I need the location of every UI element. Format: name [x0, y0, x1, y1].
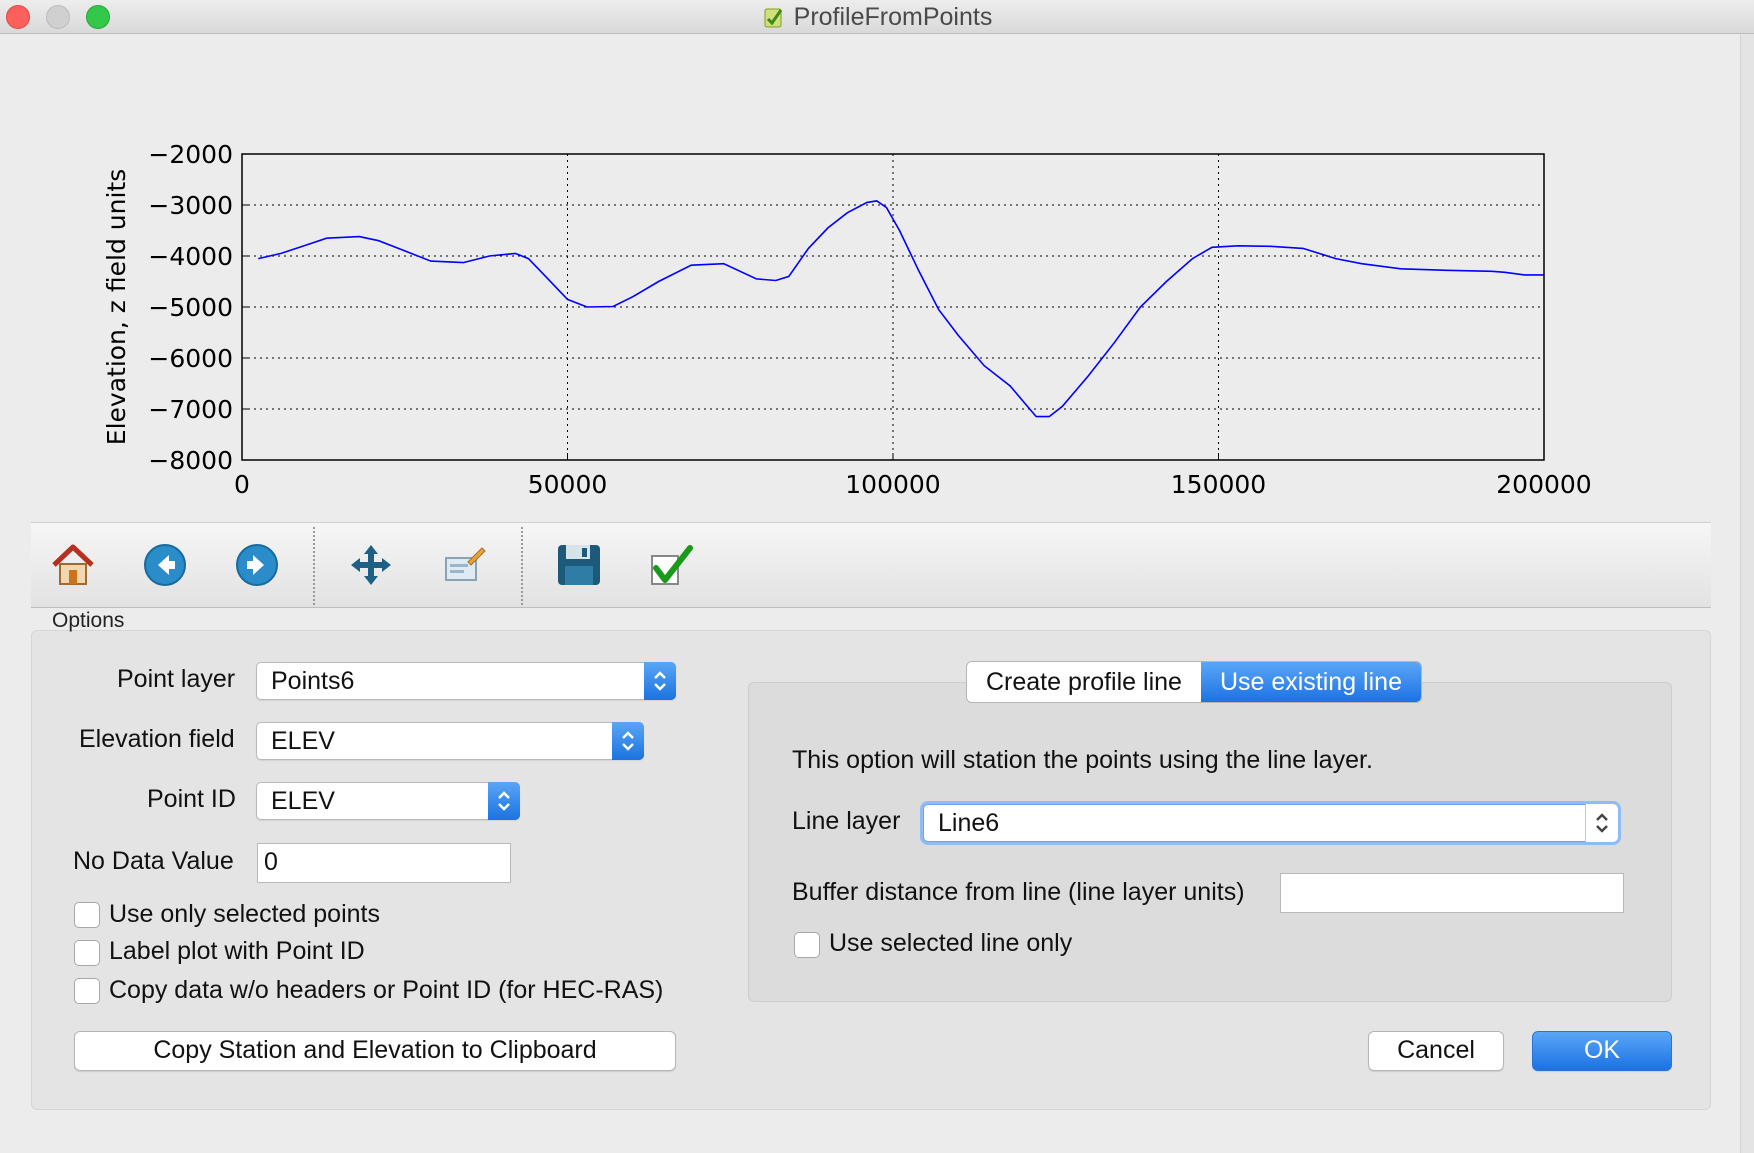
elevation-field-value: ELEV	[271, 727, 335, 755]
floppy-disk-icon	[558, 545, 600, 585]
point-layer-value: Points6	[271, 667, 355, 695]
edit-axis-icon	[445, 547, 486, 581]
x-tick-label: 50000	[528, 470, 608, 499]
home-icon	[52, 544, 94, 585]
x-tick-label: 150000	[1171, 470, 1266, 499]
updown-chevron-icon	[644, 662, 676, 700]
point-id-label: Point ID	[147, 785, 236, 813]
pan-button[interactable]	[345, 539, 397, 591]
checkmark-icon	[651, 545, 693, 585]
line-layer-value: Line6	[938, 809, 1000, 837]
window-edge	[1740, 34, 1754, 1153]
chart-grid	[242, 154, 1544, 460]
elevation-field-select[interactable]: ELEV	[256, 722, 644, 760]
y-axis-ticks: −2000 −3000 −4000 −5000 −6000 −7000 −8000	[148, 140, 249, 475]
y-tick-label: −6000	[148, 344, 233, 373]
line-option-description: This option will station the points usin…	[792, 746, 1373, 774]
back-button[interactable]	[139, 539, 191, 591]
y-axis-label: Elevation, z field units	[102, 169, 131, 445]
updown-chevron-icon	[488, 782, 520, 820]
y-tick-label: −5000	[148, 293, 233, 322]
y-tick-label: −4000	[148, 242, 233, 271]
copy-data-no-headers-checkbox[interactable]	[74, 978, 100, 1004]
x-tick-label: 200000	[1496, 470, 1591, 499]
x-tick-label: 0	[234, 470, 250, 499]
y-tick-label: −2000	[148, 140, 233, 169]
x-tick-label: 100000	[845, 470, 940, 499]
label-plot-with-point-id-label: Label plot with Point ID	[109, 937, 365, 965]
label-plot-with-point-id-checkbox[interactable]	[74, 940, 100, 966]
tab-use-existing-line[interactable]: Use existing line	[1200, 662, 1421, 702]
apply-button[interactable]	[645, 539, 697, 591]
arrow-right-icon	[236, 544, 278, 586]
elevation-profile-chart: 0 50000 100000 150000 200000 −2000 −3000 −4000…	[102, 140, 1592, 499]
y-tick-label: −3000	[148, 191, 233, 220]
configure-subplots-button[interactable]	[437, 539, 489, 591]
move-icon	[351, 545, 391, 585]
no-data-value-label: No Data Value	[73, 847, 234, 875]
use-only-selected-points-label: Use only selected points	[109, 900, 380, 928]
use-selected-line-only-checkbox[interactable]	[794, 932, 820, 958]
series-line	[258, 200, 1544, 418]
y-tick-label: −7000	[148, 395, 233, 424]
line-layer-label: Line layer	[792, 807, 901, 835]
toolbar-separator	[521, 527, 523, 605]
use-only-selected-points-checkbox[interactable]	[74, 902, 100, 928]
line-mode-tabs: Create profile line Use existing line	[966, 661, 1422, 703]
plot-toolbar	[31, 522, 1711, 608]
point-layer-select[interactable]: Points6	[256, 662, 676, 700]
no-data-value-input[interactable]: 0	[257, 843, 511, 883]
point-id-select[interactable]: ELEV	[256, 782, 520, 820]
copy-station-elevation-button[interactable]: Copy Station and Elevation to Clipboard	[74, 1031, 676, 1071]
point-layer-label: Point layer	[117, 665, 236, 693]
qgis-plugin-icon	[764, 8, 782, 28]
buffer-distance-label: Buffer distance from line (line layer un…	[792, 878, 1245, 906]
use-selected-line-only-label: Use selected line only	[829, 929, 1073, 957]
tab-create-profile-line[interactable]: Create profile line	[967, 662, 1201, 702]
updown-chevron-icon	[1585, 804, 1618, 842]
elevation-field-label: Elevation field	[79, 725, 235, 753]
title-bar: ProfileFromPoints	[0, 0, 1754, 34]
arrow-left-icon	[144, 544, 186, 586]
plot-frame	[241, 153, 1545, 461]
forward-button[interactable]	[231, 539, 283, 591]
line-layer-select[interactable]: Line6	[923, 804, 1618, 842]
copy-data-no-headers-label: Copy data w/o headers or Point ID (for H…	[109, 976, 664, 1004]
options-group-label: Options	[52, 609, 125, 632]
cancel-button[interactable]: Cancel	[1368, 1031, 1504, 1071]
home-button[interactable]	[47, 539, 99, 591]
toolbar-separator	[313, 527, 315, 605]
y-tick-label: −8000	[148, 446, 233, 475]
point-id-value: ELEV	[271, 787, 335, 815]
buffer-distance-input[interactable]	[1280, 873, 1624, 913]
updown-chevron-icon	[612, 722, 644, 760]
save-figure-button[interactable]	[553, 539, 605, 591]
ok-button[interactable]: OK	[1532, 1031, 1672, 1071]
window-title: ProfileFromPoints	[793, 2, 993, 31]
